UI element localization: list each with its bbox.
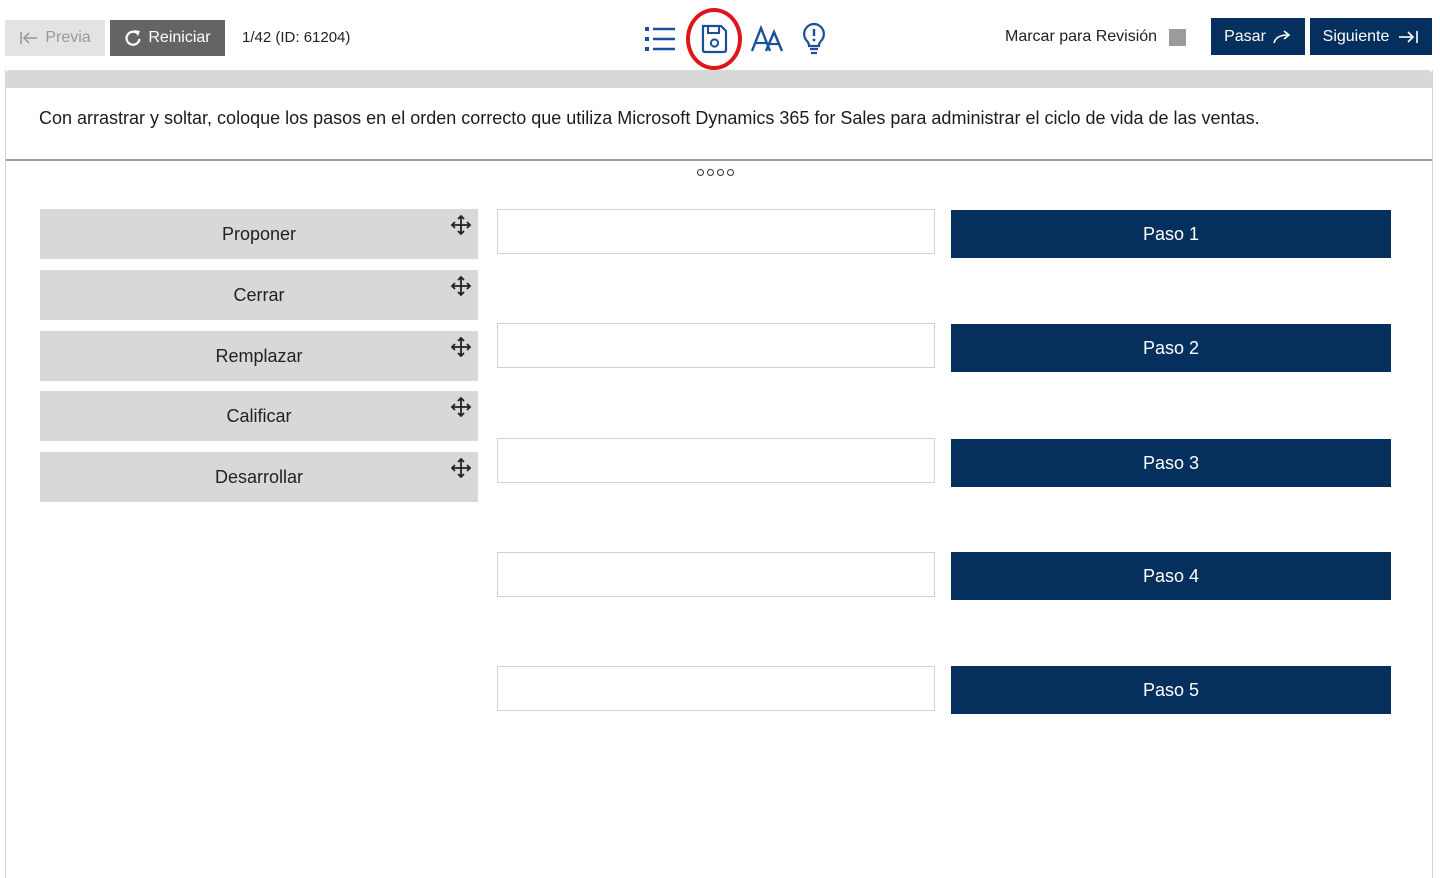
next-arrow-icon (1399, 30, 1419, 43)
drag-item-label: Remplazar (215, 345, 303, 366)
drag-item[interactable]: Cerrar (40, 270, 478, 320)
list-icon[interactable] (640, 19, 680, 59)
skip-button[interactable]: Pasar (1211, 18, 1305, 55)
restart-label: Reiniciar (148, 29, 211, 46)
drag-item-label: Cerrar (233, 284, 285, 305)
previous-label: Previa (45, 29, 91, 46)
next-button[interactable]: Siguiente (1310, 18, 1432, 55)
drag-item[interactable]: Remplazar (40, 331, 478, 381)
tool-icons-group (640, 8, 834, 70)
question-text: Con arrastrar y soltar, coloque los paso… (39, 108, 1260, 128)
drag-item[interactable]: Desarrollar (40, 452, 478, 502)
skip-label: Pasar (1224, 27, 1266, 45)
drop-zone[interactable] (497, 666, 935, 711)
move-icon (450, 336, 472, 358)
move-icon (450, 396, 472, 418)
font-size-icon[interactable] (748, 19, 788, 59)
drop-zone[interactable] (497, 209, 935, 254)
question-counter: 1/42 (ID: 61204) (242, 29, 351, 46)
move-icon (450, 457, 472, 479)
mark-review-label: Marcar para Revisión (1005, 28, 1158, 45)
panel-header-bar (6, 70, 1432, 88)
hint-bulb-icon[interactable] (794, 19, 834, 59)
step-label: Paso 3 (951, 439, 1391, 487)
question-divider (6, 159, 1432, 161)
drag-item-label: Proponer (221, 223, 297, 244)
skip-arrow-icon (1273, 29, 1291, 43)
next-label: Siguiente (1322, 27, 1390, 45)
mark-for-review[interactable]: Marcar para Revisión (1005, 28, 1187, 46)
step-label: Paso 5 (951, 666, 1391, 714)
save-button[interactable] (686, 8, 742, 70)
step-label: Paso 1 (951, 210, 1391, 258)
step-label: Paso 4 (951, 552, 1391, 600)
restart-icon (125, 30, 141, 46)
drag-item-label: Calificar (226, 405, 292, 426)
previous-button[interactable]: Previa (5, 20, 105, 56)
drop-zone[interactable] (497, 438, 935, 483)
resize-grip-icon[interactable] (697, 169, 734, 176)
drag-item[interactable]: Calificar (40, 391, 478, 441)
move-icon (450, 275, 472, 297)
step-label: Paso 2 (951, 324, 1391, 372)
highlight-circle (686, 8, 742, 70)
drag-item-label: Desarrollar (214, 466, 304, 487)
drop-zone[interactable] (497, 323, 935, 368)
drop-zone[interactable] (497, 552, 935, 597)
mark-review-checkbox[interactable] (1169, 28, 1187, 46)
drag-item[interactable]: Proponer (40, 209, 478, 259)
previous-arrow-icon (20, 32, 38, 44)
restart-button[interactable]: Reiniciar (110, 20, 225, 56)
move-icon (450, 214, 472, 236)
